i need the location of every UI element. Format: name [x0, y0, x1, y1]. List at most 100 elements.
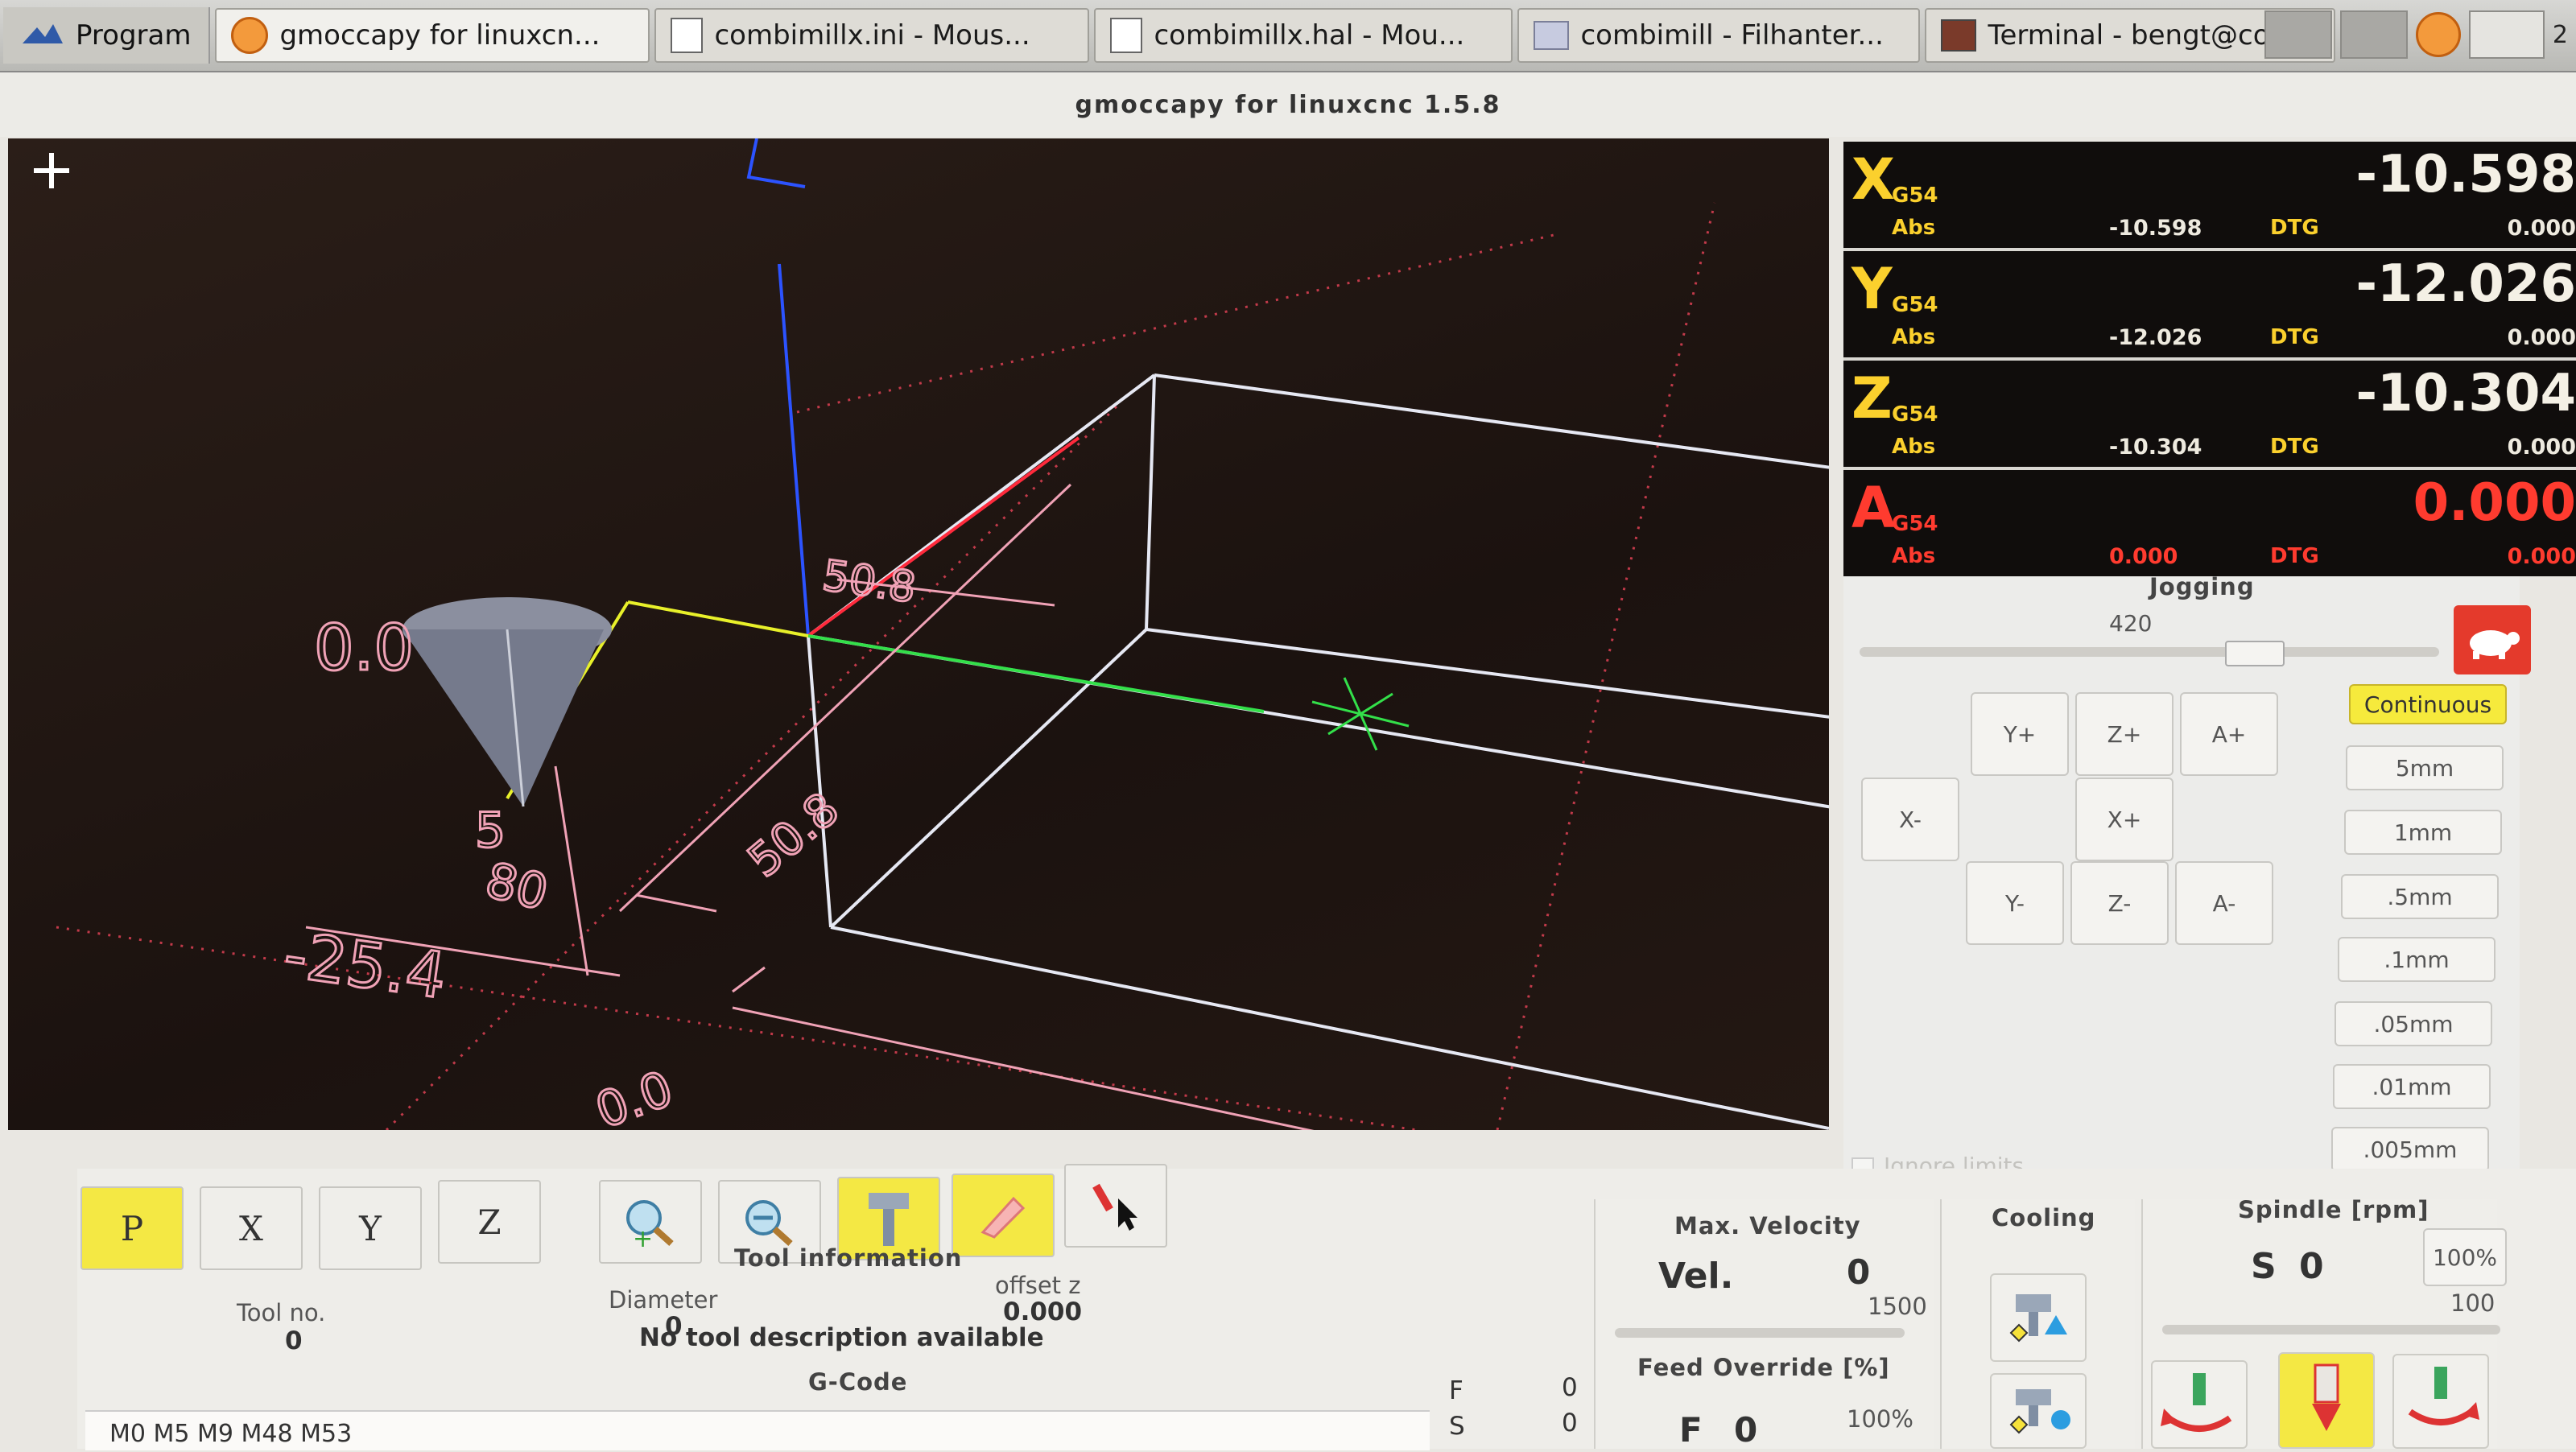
zoom-in-button[interactable]: +	[599, 1180, 702, 1264]
jog-z-plus-button[interactable]: Z+	[2075, 692, 2174, 776]
abs-value: 0.000	[2109, 544, 2178, 569]
task-label: combimillx.ini - Mous...	[714, 19, 1030, 52]
tray-window-button[interactable]	[2468, 10, 2545, 59]
select-mode-button[interactable]	[1064, 1164, 1167, 1248]
tray-text: 2	[2552, 20, 2568, 49]
task-file-manager[interactable]: combimill - Filhanter...	[1517, 8, 1921, 63]
axis-value: -10.304	[2355, 364, 2576, 423]
view-y-label: Y	[359, 1208, 382, 1248]
view-z-label: Z	[477, 1202, 502, 1242]
task-label: combimill - Filhanter...	[1580, 19, 1884, 52]
dro-row-y[interactable]: Y G54 -12.026 Abs -12.026 DTG 0.000	[1843, 251, 2576, 361]
flood-coolant-button[interactable]	[1990, 1273, 2087, 1362]
diameter-label: Diameter	[609, 1286, 718, 1314]
taskbar: Program gmoccapy for linuxcn... combimil…	[0, 0, 2576, 72]
dtg-label: DTG	[2270, 435, 2319, 459]
mist-coolant-button[interactable]	[1990, 1373, 2087, 1449]
active-gcodes-bar: M0 M5 M9 M48 M53	[85, 1410, 1430, 1450]
tool-info-title: Tool information	[734, 1244, 963, 1272]
view-y-button[interactable]: Y	[319, 1186, 422, 1270]
spindle-reverse-button[interactable]	[2151, 1360, 2248, 1449]
increment-0-05mm[interactable]: .05mm	[2334, 1001, 2492, 1046]
dro-row-a[interactable]: A G54 0.000 Abs 0.000 DTG 0.000	[1843, 470, 2576, 576]
workspace-1[interactable]	[2264, 10, 2332, 59]
dimension-label: 80	[480, 852, 553, 922]
eraser-icon	[980, 1196, 1026, 1239]
jog-speed-slider[interactable]	[1860, 647, 2439, 657]
jog-y-plus-button[interactable]: Y+	[1971, 692, 2069, 776]
preview-canvas: 50.8 50.8 0.0 5 80 -25.4 0.0	[34, 138, 1829, 1130]
jogging-title: Jogging	[2149, 573, 2255, 600]
axis-letter: X	[1852, 146, 1895, 212]
spindle-stop-button[interactable]	[2278, 1352, 2375, 1449]
view-x-label: X	[239, 1208, 263, 1248]
max-velocity-slider[interactable]	[1615, 1328, 1905, 1338]
task-label: Terminal - bengt@co...	[1988, 19, 2296, 52]
dtg-label: DTG	[2270, 544, 2319, 568]
tool-no-value: 0	[285, 1326, 303, 1355]
abs-value: -10.598	[2109, 216, 2202, 241]
clear-plot-button[interactable]	[952, 1174, 1055, 1257]
s-label: S	[1449, 1412, 1465, 1441]
jog-a-minus-button[interactable]: A-	[2175, 861, 2273, 945]
active-gcodes: M0 M5 M9 M48 M53	[109, 1420, 353, 1448]
jog-z-minus-button[interactable]: Z-	[2070, 861, 2169, 945]
jog-x-plus-button[interactable]: X+	[2075, 778, 2174, 861]
task-gmoccapy[interactable]: gmoccapy for linuxcn...	[215, 8, 650, 63]
spindle-override-button[interactable]: 100%	[2423, 1228, 2507, 1286]
dimension-label: -25.4	[279, 919, 450, 1013]
linuxcnc-icon	[231, 17, 269, 54]
start-menu-button[interactable]: Program	[3, 7, 211, 64]
jog-y-minus-button[interactable]: Y-	[1966, 861, 2064, 945]
jog-speed-slider-handle[interactable]	[2224, 641, 2285, 666]
dtg-value: 0.000	[2507, 435, 2576, 460]
view-perspective-button[interactable]: P	[80, 1186, 184, 1270]
spindle-forward-button[interactable]	[2392, 1354, 2489, 1449]
feed-override-title: Feed Override [%]	[1637, 1354, 1890, 1381]
axis-value: 0.000	[2413, 473, 2576, 533]
s-value: 0	[1562, 1409, 1578, 1438]
dro-row-x[interactable]: X G54 -10.598 Abs -10.598 DTG 0.000	[1843, 142, 2576, 251]
task-hal-editor[interactable]: combimillx.hal - Mou...	[1094, 8, 1513, 63]
increment-0-1mm[interactable]: .1mm	[2338, 937, 2496, 982]
turtle-mode-button[interactable]	[2454, 605, 2531, 674]
view-z-button[interactable]: Z	[438, 1180, 541, 1264]
dimension-label: 5	[475, 802, 506, 859]
increment-0-005mm[interactable]: .005mm	[2331, 1127, 2489, 1172]
dro-panel: X G54 -10.598 Abs -10.598 DTG 0.000 Y G5…	[1843, 142, 2576, 576]
dtg-value: 0.000	[2507, 216, 2576, 241]
task-label: gmoccapy for linuxcn...	[279, 19, 601, 52]
increment-1mm[interactable]: 1mm	[2344, 810, 2502, 855]
axis-value: -12.026	[2355, 254, 2576, 314]
jog-a-plus-button[interactable]: A+	[2180, 692, 2278, 776]
terminal-icon	[1941, 19, 1977, 52]
spindle-override-slider[interactable]	[2162, 1325, 2500, 1334]
tool-cone	[402, 597, 612, 807]
increment-0-5mm[interactable]: .5mm	[2341, 874, 2499, 919]
mist-coolant-icon	[2009, 1389, 2070, 1434]
jog-x-minus-button[interactable]: X-	[1861, 778, 1959, 861]
coordinate-system: G54	[1892, 512, 1938, 536]
linuxcnc-tray-icon[interactable]	[2415, 12, 2461, 57]
coordinate-system: G54	[1892, 402, 1938, 427]
zoom-out-icon	[745, 1200, 793, 1246]
dro-row-z[interactable]: Z G54 -10.304 Abs -10.304 DTG 0.000	[1843, 361, 2576, 470]
toolpath-preview[interactable]: 50.8 50.8 0.0 5 80 -25.4 0.0	[8, 138, 1829, 1130]
feed-value: 0	[1734, 1410, 1758, 1450]
increment-5mm[interactable]: 5mm	[2346, 745, 2504, 790]
f-label: F	[1449, 1376, 1463, 1405]
app-menu-icon	[23, 24, 63, 43]
window-title: gmoccapy for linuxcnc 1.5.8	[0, 72, 2576, 137]
task-ini-editor[interactable]: combimillx.ini - Mous...	[654, 8, 1090, 63]
axis-value: -10.598	[2355, 145, 2576, 204]
turtle-icon	[2470, 630, 2520, 659]
feed-override-percent: 100%	[1847, 1405, 1913, 1433]
workspace-2[interactable]	[2339, 10, 2408, 59]
abs-label: Abs	[1892, 216, 1936, 240]
start-label: Program	[76, 19, 192, 52]
offset-z-value: 0.000	[1003, 1297, 1083, 1326]
increment-continuous[interactable]: Continuous	[2349, 684, 2507, 724]
increment-0-01mm[interactable]: .01mm	[2333, 1064, 2491, 1109]
tool-description: No tool description available	[639, 1323, 1044, 1352]
view-x-button[interactable]: X	[200, 1186, 303, 1270]
